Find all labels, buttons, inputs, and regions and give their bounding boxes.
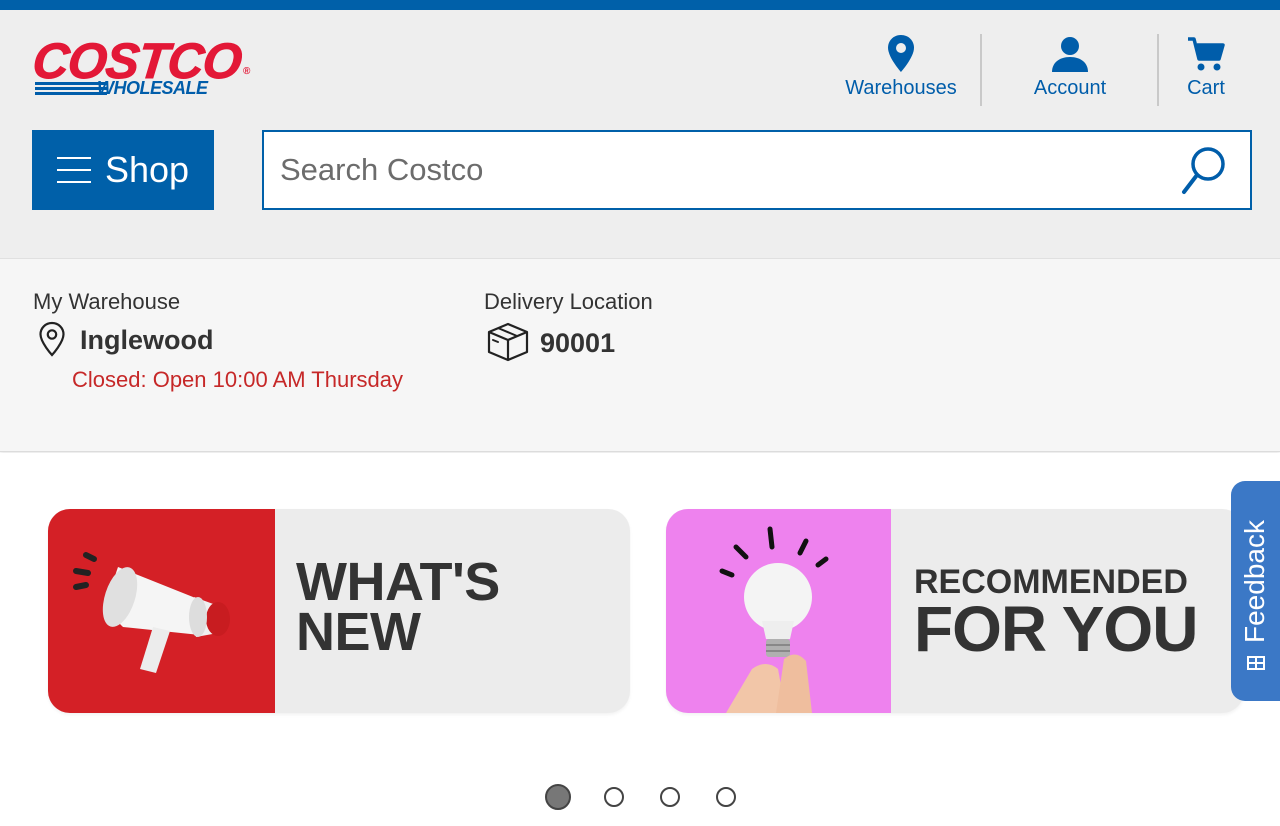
feedback-label: Feedback (1239, 520, 1270, 643)
carousel-dot-2[interactable] (604, 787, 624, 807)
warehouses-link[interactable]: Warehouses (842, 32, 960, 112)
cart-label: Cart (1187, 77, 1225, 99)
box-icon (486, 321, 530, 363)
user-icon (1050, 32, 1090, 76)
location-pin-icon (886, 32, 916, 76)
hamburger-menu-icon (56, 157, 91, 183)
banner-line-2: NEW (296, 602, 421, 662)
delivery-location-label: Delivery Location (484, 289, 653, 314)
recommended-for-you-banner[interactable]: RECOMMENDED FOR YOU (666, 509, 1244, 713)
whats-new-title: WHAT'S NEW (296, 552, 500, 662)
feedback-icon (1245, 655, 1267, 671)
warehouse-status: Closed: Open 10:00 AM Thursday (72, 367, 404, 392)
location-bar: My Warehouse Inglewood Closed: Open 10:0… (0, 258, 1280, 452)
logo-subtitle: WHOLESALE (97, 78, 208, 98)
whats-new-banner[interactable]: WHAT'S NEW (48, 509, 630, 713)
feedback-tab[interactable]: Feedback (1231, 481, 1280, 701)
warehouse-name[interactable]: Inglewood (80, 324, 213, 356)
cart-link[interactable]: Cart (1176, 32, 1236, 112)
nav-divider (980, 34, 982, 106)
megaphone-image (48, 509, 275, 713)
recommended-title-line-2: FOR YOU (914, 593, 1198, 665)
carousel-dot-1[interactable] (545, 784, 571, 810)
carousel-dot-3[interactable] (660, 787, 680, 807)
banner-line-1: WHAT'S (296, 552, 500, 612)
search-input[interactable] (264, 140, 1144, 200)
carousel-dot-4[interactable] (716, 787, 736, 807)
delivery-zip[interactable]: 90001 (540, 327, 615, 359)
search-bar (262, 130, 1252, 210)
lightbulb-image (666, 509, 891, 713)
my-warehouse-label: My Warehouse (33, 289, 181, 314)
warehouses-label: Warehouses (845, 77, 957, 99)
location-pin-outline-icon (37, 321, 67, 357)
carousel-pagination (0, 783, 1280, 813)
top-accent-bar (0, 0, 1280, 10)
banner-carousel: WHAT'S NEW RECOMMENDED FOR YOU (0, 453, 1280, 826)
shop-label: Shop (104, 149, 190, 190)
cart-icon (1187, 32, 1225, 76)
costco-logo[interactable]: COSTCO ® WHOLESALE (30, 33, 255, 108)
account-label: Account (1033, 77, 1107, 99)
header: COSTCO ® WHOLESALE Warehouses Account Ca… (0, 10, 1280, 258)
account-link[interactable]: Account (1020, 32, 1120, 112)
search-icon[interactable] (1180, 146, 1228, 198)
nav-divider (1157, 34, 1159, 106)
logo-registered-mark: ® (243, 66, 251, 77)
shop-button[interactable]: Shop (32, 130, 214, 210)
